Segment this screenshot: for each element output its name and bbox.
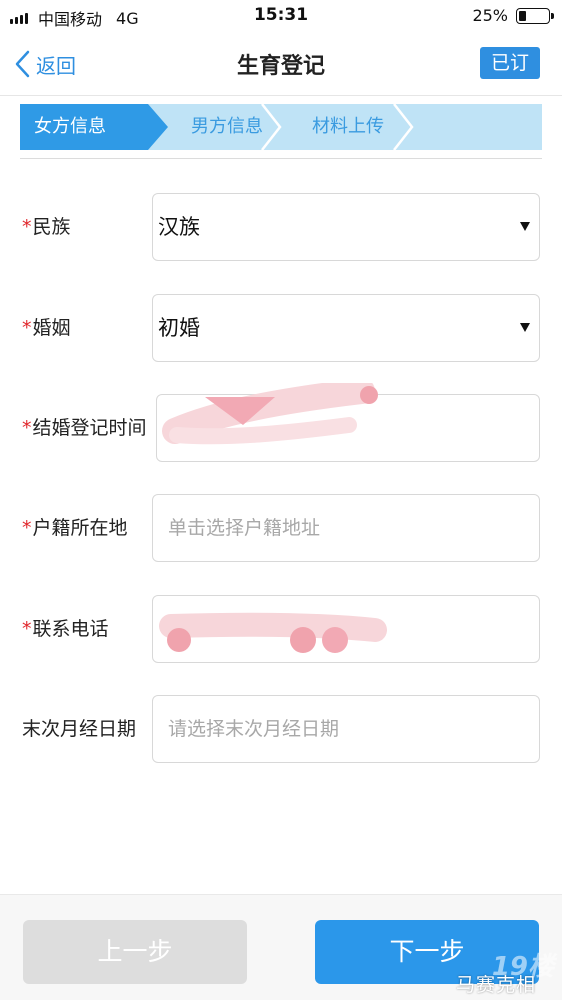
status-left: 中国移动 4G: [10, 6, 139, 30]
battery-cap: [551, 12, 554, 19]
dropdown-arrow-icon: [520, 222, 530, 231]
phone-label-text: 联系电话: [32, 618, 109, 640]
last-period-label: 末次月经日期: [22, 718, 137, 740]
form-row-phone: *联系电话: [0, 595, 562, 663]
back-label: 返回: [36, 53, 76, 78]
form-row-marriage-date: *结婚登记时间: [0, 383, 562, 462]
required-mark: *: [22, 317, 32, 339]
step-chevron-icon: [261, 104, 282, 150]
form-row-marriage: *婚姻 初婚: [0, 294, 562, 362]
required-mark: *: [22, 618, 32, 640]
battery-fill: [519, 10, 526, 21]
phone-field[interactable]: [152, 595, 540, 663]
ethnicity-label: *民族: [22, 193, 71, 261]
chevron-left-icon: [15, 50, 30, 78]
household-label-text: 户籍所在地: [32, 517, 128, 539]
marriage-label: *婚姻: [22, 294, 71, 362]
household-label: *户籍所在地: [22, 494, 128, 562]
marriage-value: 初婚: [158, 316, 200, 340]
battery-percent: 25%: [472, 6, 508, 25]
marriage-select[interactable]: 初婚: [152, 294, 540, 362]
marriage-date-field[interactable]: [156, 383, 540, 462]
step-female-info[interactable]: 女方信息: [20, 104, 168, 150]
dropdown-arrow-icon: [520, 323, 530, 332]
marriage-date-label-text: 结婚登记时间: [32, 417, 147, 439]
network-type: 4G: [116, 8, 139, 28]
redaction-scribble: [162, 383, 378, 445]
form-row-ethnicity: *民族 汉族: [0, 193, 562, 261]
marriage-date-label: *结婚登记时间: [22, 394, 147, 462]
carrier-name: 中国移动: [38, 10, 103, 29]
required-mark: *: [22, 417, 32, 439]
ethnicity-select[interactable]: 汉族: [152, 193, 540, 261]
status-right: 25%: [472, 6, 554, 25]
status-bar: 中国移动 4G 15:31 25%: [0, 0, 562, 32]
form-row-last-period: 末次月经日期 请选择末次月经日期: [0, 695, 562, 763]
phone-label: *联系电话: [22, 595, 109, 663]
form-row-household: *户籍所在地 单击选择户籍地址: [0, 494, 562, 562]
redaction-scribble: [159, 612, 387, 653]
ethnicity-label-text: 民族: [32, 216, 71, 238]
next-step-button[interactable]: 下一步: [315, 920, 539, 984]
ethnicity-value: 汉族: [158, 215, 200, 239]
battery-icon: [516, 7, 554, 24]
required-mark: *: [22, 517, 32, 539]
subscribed-button[interactable]: 已订: [480, 47, 540, 79]
app-screen: 中国移动 4G 15:31 25% 返回 生育登记 已订 女方信息 男方信息 材…: [0, 0, 562, 1000]
signal-icon: [10, 12, 30, 24]
required-mark: *: [22, 216, 32, 238]
marriage-label-text: 婚姻: [32, 317, 71, 339]
last-period-field[interactable]: 请选择末次月经日期: [152, 695, 540, 763]
back-button[interactable]: 返回: [14, 48, 76, 80]
household-address-field[interactable]: 单击选择户籍地址: [152, 494, 540, 562]
page-title: 生育登记: [236, 54, 325, 79]
household-placeholder: 单击选择户籍地址: [168, 517, 321, 539]
last-period-placeholder: 请选择末次月经日期: [168, 718, 340, 740]
divider: [20, 158, 542, 159]
step-chevron-icon: [393, 104, 414, 150]
step-indicator: 女方信息 男方信息 材料上传: [20, 104, 542, 150]
bottom-bar: 上一步 下一步: [0, 894, 562, 1000]
nav-bar: 返回 生育登记 已订: [0, 32, 562, 96]
previous-step-button[interactable]: 上一步: [23, 920, 247, 984]
